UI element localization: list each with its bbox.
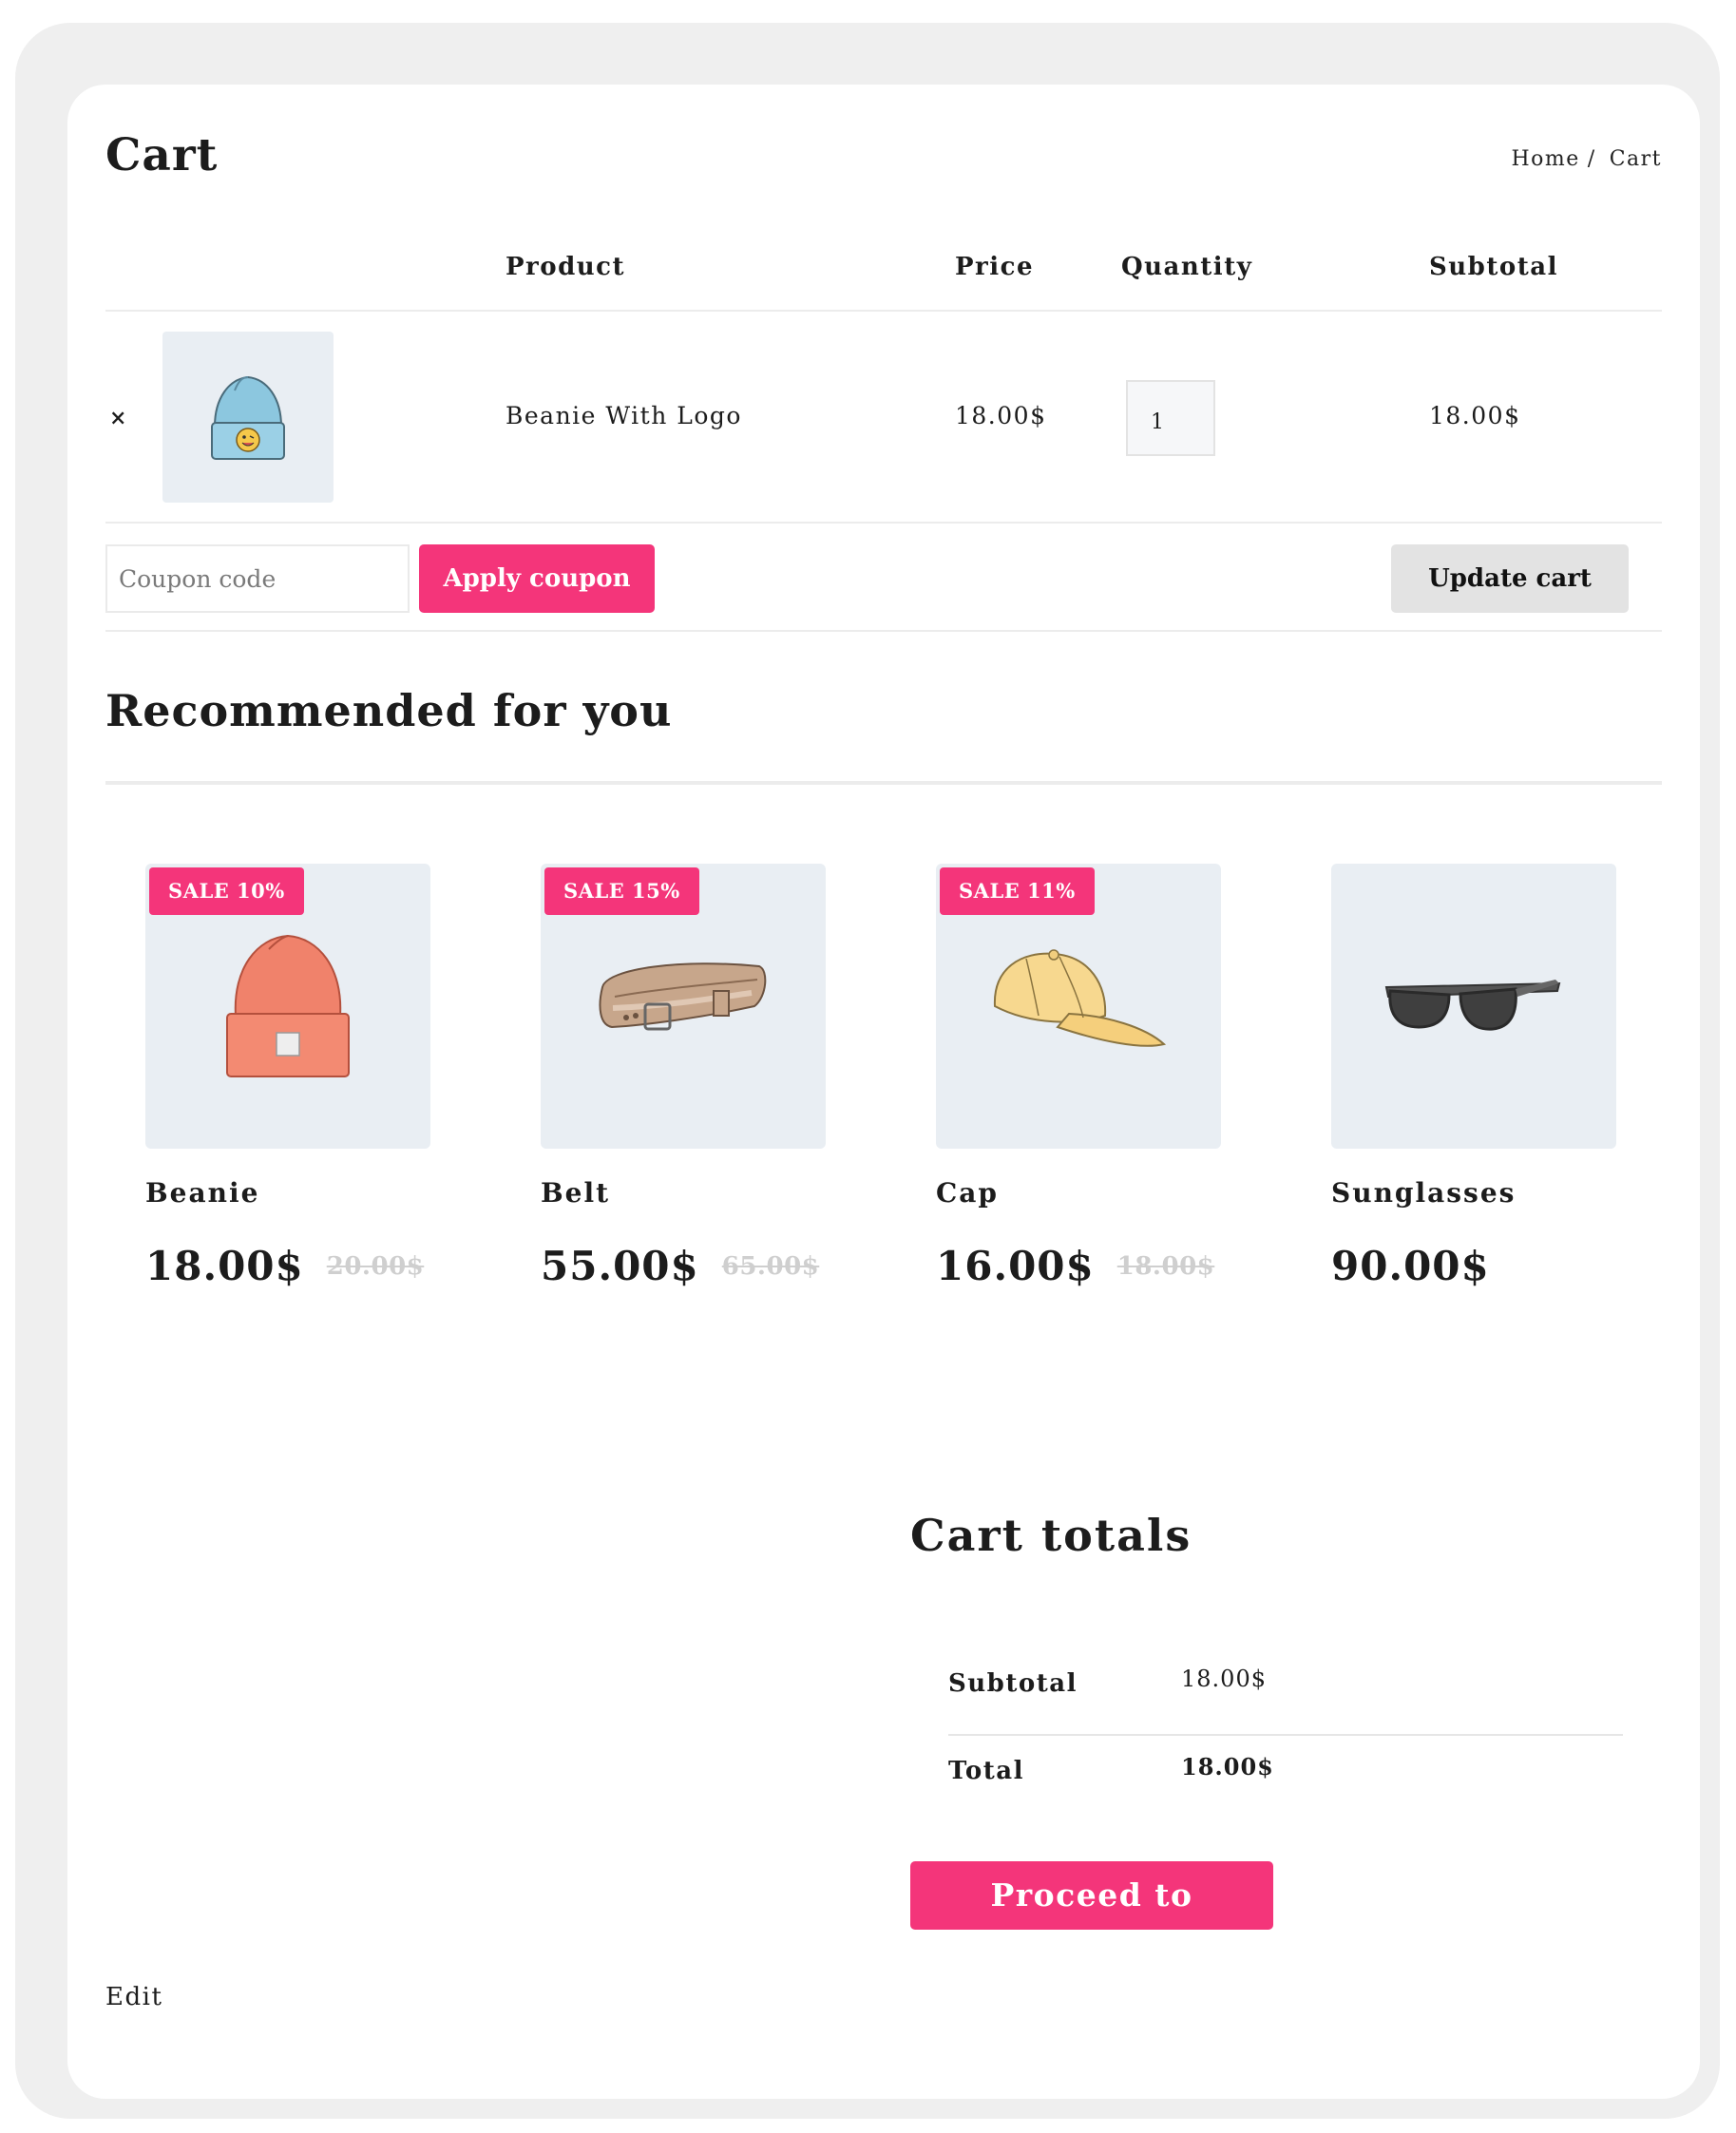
- product-old-price: 20.00$: [326, 1251, 425, 1281]
- quantity-input[interactable]: 1: [1126, 380, 1215, 456]
- product-prices: 90.00$: [1331, 1243, 1616, 1289]
- product-image[interactable]: [1331, 864, 1616, 1149]
- product-image[interactable]: SALE 11%: [936, 864, 1221, 1149]
- column-header-product: Product: [506, 253, 626, 281]
- apply-coupon-button[interactable]: Apply coupon: [419, 544, 655, 613]
- divider: [948, 1734, 1623, 1736]
- cart-item-name[interactable]: Beanie With Logo: [506, 402, 742, 429]
- sunglasses-image: [1384, 980, 1561, 1031]
- divider: [105, 522, 1662, 524]
- product-price: 16.00$: [936, 1243, 1095, 1289]
- edit-link[interactable]: Edit: [105, 1983, 162, 2011]
- product-name[interactable]: Sunglasses: [1331, 1177, 1616, 1209]
- product-price: 18.00$: [145, 1243, 304, 1289]
- product-name[interactable]: Belt: [541, 1177, 826, 1209]
- product-name[interactable]: Beanie: [145, 1177, 430, 1209]
- product-image[interactable]: SALE 15%: [541, 864, 826, 1149]
- breadcrumb-home-link[interactable]: Home: [1511, 147, 1579, 171]
- recommended-title: Recommended for you: [105, 685, 673, 736]
- proceed-to-checkout-button[interactable]: Proceed to checkout: [910, 1861, 1273, 1982]
- product-card[interactable]: SALE 15% Belt 55.00$ 65.00$: [541, 864, 826, 1289]
- breadcrumb-separator: /: [1587, 147, 1596, 171]
- sale-badge: SALE 11%: [940, 867, 1095, 915]
- column-header-price: Price: [955, 253, 1034, 281]
- column-header-quantity: Quantity: [1121, 253, 1253, 281]
- cart-item-thumbnail[interactable]: [162, 332, 334, 503]
- beanie-with-logo-image: [211, 375, 285, 460]
- divider: [105, 310, 1662, 312]
- sale-badge: SALE 10%: [149, 867, 304, 915]
- totals-total-label: Total: [948, 1757, 1024, 1785]
- remove-item-icon[interactable]: ×: [109, 406, 126, 430]
- product-prices: 55.00$ 65.00$: [541, 1243, 826, 1289]
- page-title: Cart: [105, 129, 219, 181]
- breadcrumb: Home / Cart: [1511, 147, 1662, 171]
- product-price: 55.00$: [541, 1243, 699, 1289]
- sale-badge: SALE 15%: [544, 867, 699, 915]
- product-price: 90.00$: [1331, 1243, 1490, 1289]
- update-cart-button[interactable]: Update cart: [1391, 544, 1629, 613]
- product-image[interactable]: SALE 10%: [145, 864, 430, 1149]
- breadcrumb-current: Cart: [1609, 147, 1662, 171]
- cart-totals-title: Cart totals: [910, 1510, 1192, 1561]
- product-card[interactable]: SALE 11% Cap 16.00$ 18.00$: [936, 864, 1221, 1289]
- product-name[interactable]: Cap: [936, 1177, 1221, 1209]
- coupon-code-input[interactable]: Coupon code: [105, 544, 410, 613]
- product-old-price: 65.00$: [721, 1251, 820, 1281]
- product-prices: 16.00$ 18.00$: [936, 1243, 1221, 1289]
- totals-subtotal-label: Subtotal: [948, 1669, 1078, 1698]
- totals-total-value: 18.00$: [1181, 1753, 1274, 1781]
- cart-item-price: 18.00$: [955, 402, 1047, 429]
- product-card[interactable]: SALE 10% Beanie 18.00$ 20.00$: [145, 864, 430, 1289]
- product-old-price: 18.00$: [1116, 1251, 1215, 1281]
- product-card[interactable]: Sunglasses 90.00$: [1331, 864, 1616, 1289]
- totals-subtotal-value: 18.00$: [1181, 1666, 1267, 1692]
- cart-card: Cart Home / Cart Product Price Quantity …: [67, 85, 1700, 2099]
- page-frame: Cart Home / Cart Product Price Quantity …: [15, 23, 1720, 2119]
- product-prices: 18.00$ 20.00$: [145, 1243, 430, 1289]
- divider: [105, 630, 1662, 632]
- divider: [105, 781, 1662, 785]
- cart-item-subtotal: 18.00$: [1429, 402, 1521, 429]
- column-header-subtotal: Subtotal: [1429, 253, 1558, 281]
